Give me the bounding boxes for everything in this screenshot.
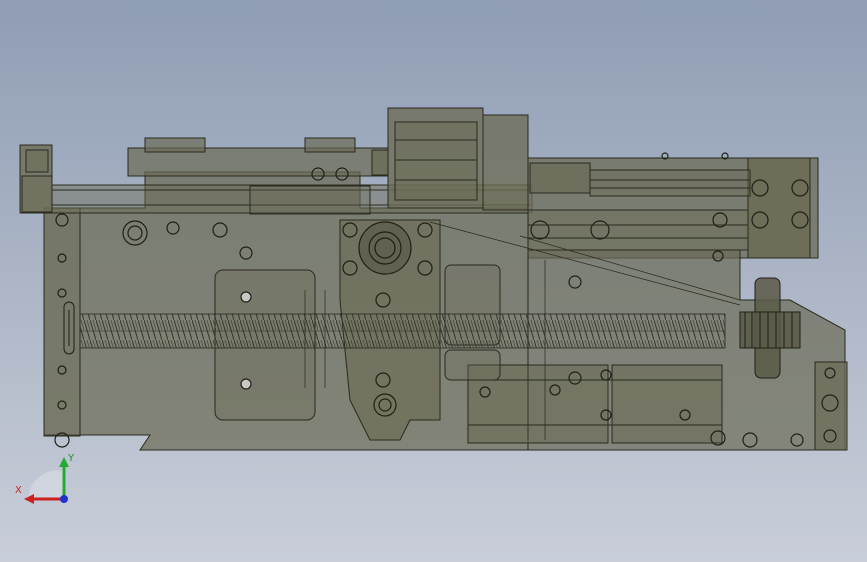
y-axis-label: Y xyxy=(68,453,75,464)
x-axis-label: X xyxy=(15,485,22,496)
axis-triad: X Y xyxy=(10,453,80,510)
right-cylinder xyxy=(527,157,819,259)
left-clamp-block xyxy=(19,144,53,214)
cad-viewport[interactable]: X Y xyxy=(0,0,867,562)
motor-tower xyxy=(371,107,529,211)
assembly-model[interactable] xyxy=(0,0,867,562)
z-axis-dot-icon xyxy=(60,495,68,503)
